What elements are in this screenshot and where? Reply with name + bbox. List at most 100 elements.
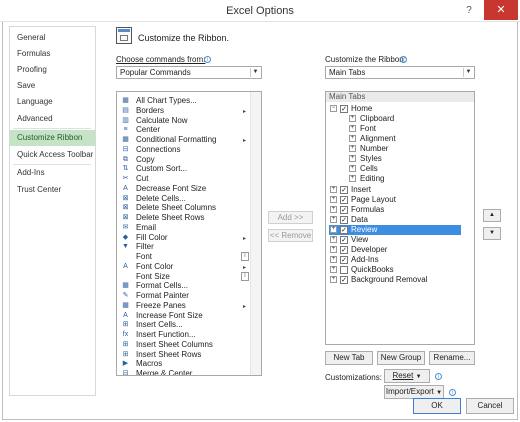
command-item-cut[interactable]: ✂ Cut bbox=[121, 174, 247, 184]
ribbon-tab-developer[interactable]: + ✓ Developer bbox=[329, 245, 469, 255]
ribbon-group-alignment[interactable]: + Alignment bbox=[344, 134, 464, 144]
expand-icon[interactable]: + bbox=[349, 145, 356, 152]
ribbon-group-editing[interactable]: + Editing bbox=[344, 174, 464, 184]
command-item-insert-cells[interactable]: ⊞ Insert Cells... bbox=[121, 320, 247, 330]
nav-item-add-ins[interactable]: Add-Ins bbox=[10, 165, 95, 181]
command-item-delete-sheet-columns[interactable]: ⊠ Delete Sheet Columns bbox=[121, 203, 247, 213]
command-item-calculate-now[interactable]: ▥ Calculate Now bbox=[121, 116, 247, 126]
ribbon-tabs-tree[interactable]: Main Tabs − ✓ Home + Clipboard + Font + Alignmen… bbox=[325, 91, 475, 345]
move-up-button[interactable]: ▲ bbox=[483, 209, 501, 222]
expand-icon[interactable]: + bbox=[330, 266, 337, 273]
expand-icon[interactable]: + bbox=[330, 216, 337, 223]
new-tab-button[interactable]: New Tab bbox=[325, 351, 373, 365]
checkbox[interactable]: ✓ bbox=[340, 246, 348, 254]
ok-button[interactable]: OK bbox=[413, 398, 461, 414]
reset-button[interactable]: Reset ▼ bbox=[384, 369, 430, 383]
nav-item-proofing[interactable]: Proofing bbox=[10, 62, 95, 78]
expand-icon[interactable]: + bbox=[330, 196, 337, 203]
command-item-custom-sort[interactable]: ⇅ Custom Sort... bbox=[121, 164, 247, 174]
ribbon-tab-formulas[interactable]: + ✓ Formulas bbox=[329, 205, 469, 215]
checkbox[interactable]: ✓ bbox=[340, 226, 348, 234]
ribbon-group-clipboard[interactable]: + Clipboard bbox=[344, 114, 464, 124]
expand-icon[interactable]: + bbox=[330, 256, 337, 263]
ribbon-tab-data[interactable]: + ✓ Data bbox=[329, 215, 469, 225]
import-export-button[interactable]: Import/Export ▼ bbox=[384, 385, 444, 399]
nav-item-language[interactable]: Language bbox=[10, 94, 95, 110]
customize-ribbon-select[interactable]: Main Tabs ▼ bbox=[325, 66, 475, 79]
checkbox[interactable]: ✓ bbox=[340, 216, 348, 224]
command-item-format-painter[interactable]: ✎ Format Painter bbox=[121, 291, 247, 301]
move-down-button[interactable]: ▼ bbox=[483, 227, 501, 240]
checkbox[interactable]: ✓ bbox=[340, 186, 348, 194]
ribbon-group-styles[interactable]: + Styles bbox=[344, 154, 464, 164]
ribbon-tab-view[interactable]: + ✓ View bbox=[329, 235, 469, 245]
collapse-icon[interactable]: − bbox=[330, 105, 337, 112]
command-item-decrease-font-size[interactable]: A Decrease Font Size bbox=[121, 184, 247, 194]
checkbox[interactable]: ✓ bbox=[340, 105, 348, 113]
command-item-delete-cells[interactable]: ⊠ Delete Cells... bbox=[121, 194, 247, 204]
new-group-button[interactable]: New Group bbox=[377, 351, 425, 365]
rename-button[interactable]: Rename... bbox=[429, 351, 475, 365]
checkbox[interactable]: ✓ bbox=[340, 236, 348, 244]
expand-icon[interactable]: + bbox=[330, 206, 337, 213]
checkbox[interactable]: ✓ bbox=[340, 196, 348, 204]
choose-commands-select[interactable]: Popular Commands ▼ bbox=[116, 66, 262, 79]
commands-scrollbar[interactable] bbox=[250, 92, 261, 375]
remove-button[interactable]: << Remove bbox=[268, 229, 313, 242]
command-item-borders[interactable]: ▤ Borders ▸ bbox=[121, 106, 247, 116]
expand-icon[interactable]: + bbox=[330, 236, 337, 243]
command-item-freeze-panes[interactable]: ▦ Freeze Panes ▸ bbox=[121, 301, 247, 311]
command-item-font-size[interactable]: Font Size I bbox=[121, 271, 249, 282]
ribbon-tab-insert[interactable]: + ✓ Insert bbox=[329, 185, 469, 195]
checkbox[interactable]: ✓ bbox=[340, 256, 348, 264]
nav-item-advanced[interactable]: Advanced bbox=[10, 111, 95, 127]
expand-icon[interactable]: + bbox=[349, 115, 356, 122]
command-item-insert-function[interactable]: fx Insert Function... bbox=[121, 330, 247, 340]
command-item-email[interactable]: ✉ Email bbox=[121, 223, 247, 233]
expand-icon[interactable]: + bbox=[349, 125, 356, 132]
expand-icon[interactable]: + bbox=[349, 175, 356, 182]
expand-icon[interactable]: + bbox=[330, 246, 337, 253]
help-button[interactable]: ? bbox=[461, 3, 477, 18]
checkbox[interactable]: ✓ bbox=[340, 276, 348, 284]
checkbox[interactable]: ✓ bbox=[340, 206, 348, 214]
command-item-format-cells[interactable]: ▦ Format Cells... bbox=[121, 281, 247, 291]
ribbon-group-cells[interactable]: + Cells bbox=[344, 164, 464, 174]
expand-icon[interactable]: + bbox=[349, 155, 356, 162]
checkbox[interactable] bbox=[340, 266, 348, 274]
expand-icon[interactable]: + bbox=[349, 165, 356, 172]
command-item-insert-sheet-columns[interactable]: ⊞ Insert Sheet Columns bbox=[121, 340, 247, 350]
nav-item-general[interactable]: General bbox=[10, 30, 95, 46]
command-item-macros[interactable]: ▶ Macros bbox=[121, 359, 247, 369]
command-item-all-chart-types[interactable]: ▦ All Chart Types... bbox=[121, 96, 247, 106]
nav-item-customize-ribbon[interactable]: Customize Ribbon bbox=[10, 130, 95, 146]
command-item-font[interactable]: Font I bbox=[121, 252, 249, 262]
ribbon-tab-quickbooks[interactable]: + QuickBooks bbox=[329, 265, 469, 275]
ribbon-tab-add-ins[interactable]: + ✓ Add-Ins bbox=[329, 255, 469, 265]
nav-item-trust-center[interactable]: Trust Center bbox=[10, 182, 95, 198]
ribbon-group-number[interactable]: + Number bbox=[344, 144, 464, 154]
command-item-connections[interactable]: ⊟ Connections bbox=[121, 145, 247, 155]
nav-item-save[interactable]: Save bbox=[10, 78, 95, 94]
add-button[interactable]: Add >> bbox=[268, 211, 313, 224]
expand-icon[interactable]: + bbox=[330, 226, 337, 233]
command-item-copy[interactable]: ⧉ Copy bbox=[121, 155, 247, 165]
ribbon-tab-home[interactable]: − ✓ Home bbox=[329, 104, 469, 114]
expand-icon[interactable]: + bbox=[330, 186, 337, 193]
command-item-increase-font-size[interactable]: A Increase Font Size bbox=[121, 311, 247, 321]
ribbon-group-font[interactable]: + Font bbox=[344, 124, 464, 134]
command-item-conditional-formatting[interactable]: ▦ Conditional Formatting ▸ bbox=[121, 135, 247, 145]
expand-icon[interactable]: + bbox=[330, 276, 337, 283]
command-item-insert-sheet-rows[interactable]: ⊞ Insert Sheet Rows bbox=[121, 350, 247, 360]
ribbon-tab-page-layout[interactable]: + ✓ Page Layout bbox=[329, 195, 469, 205]
nav-item-formulas[interactable]: Formulas bbox=[10, 46, 95, 62]
command-item-filter[interactable]: ▼ Filter bbox=[121, 242, 247, 252]
expand-icon[interactable]: + bbox=[349, 135, 356, 142]
command-item-delete-sheet-rows[interactable]: ⊠ Delete Sheet Rows bbox=[121, 213, 247, 223]
command-item-font-color[interactable]: A Font Color ▸ bbox=[121, 262, 247, 272]
command-item-merge-center[interactable]: ⊟ Merge & Center bbox=[121, 369, 247, 375]
close-button[interactable]: ✕ bbox=[484, 0, 518, 20]
ribbon-tab-review[interactable]: + ✓ Review bbox=[329, 225, 461, 235]
ribbon-tab-background-removal[interactable]: + ✓ Background Removal bbox=[329, 275, 469, 285]
nav-item-quick-access-toolbar[interactable]: Quick Access Toolbar bbox=[10, 147, 95, 163]
